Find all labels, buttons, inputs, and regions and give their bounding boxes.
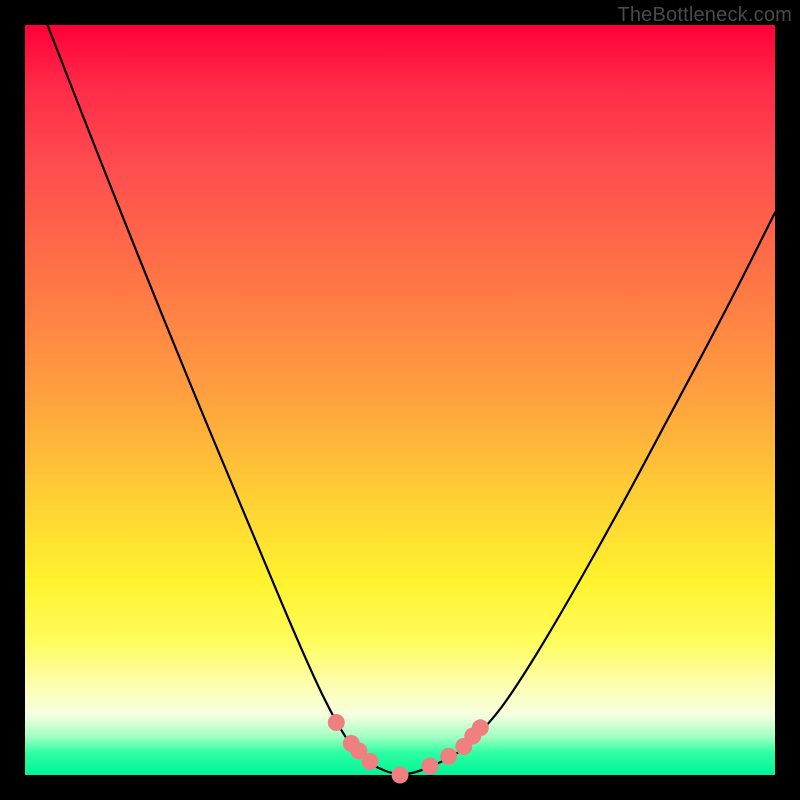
trough-marker — [440, 748, 457, 765]
trough-marker — [392, 767, 409, 784]
trough-marker — [362, 753, 379, 770]
trough-marker — [422, 758, 439, 775]
bottleneck-curve-svg — [25, 25, 775, 775]
trough-marker — [328, 714, 345, 731]
chart-frame: TheBottleneck.com — [0, 0, 800, 800]
attribution-label: TheBottleneck.com — [617, 4, 792, 27]
trough-marker — [472, 719, 489, 736]
bottleneck-curve — [48, 25, 776, 774]
plot-area — [25, 25, 775, 775]
